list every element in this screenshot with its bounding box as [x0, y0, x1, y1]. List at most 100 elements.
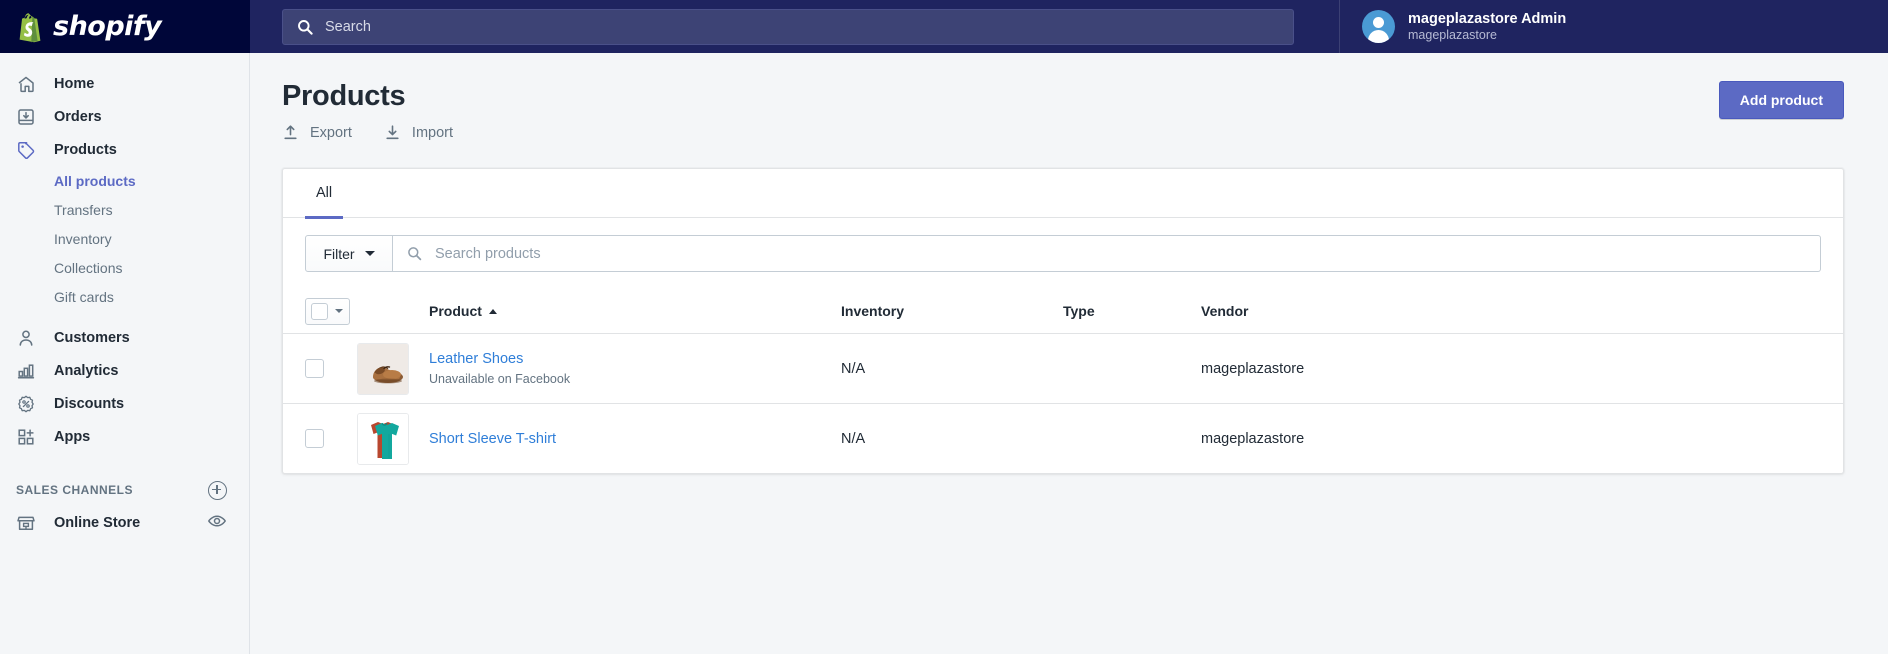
row-inventory-cell: N/A	[841, 430, 866, 447]
sidebar: Home Orders Products All products Transf…	[0, 53, 250, 654]
add-product-button[interactable]: Add product	[1718, 81, 1844, 119]
sidebar-item-home[interactable]: Home	[0, 67, 249, 100]
column-header-type[interactable]: Type	[1063, 303, 1201, 319]
product-link[interactable]: Short Sleeve T-shirt	[429, 431, 841, 447]
select-all-checkbox-group[interactable]	[305, 297, 350, 325]
customers-person-icon	[16, 328, 36, 348]
discounts-percent-badge-icon	[16, 394, 36, 414]
plus-circle-icon[interactable]	[208, 480, 227, 500]
row-vendor-cell: mageplazastore	[1201, 430, 1305, 447]
table-row[interactable]: Short Sleeve T-shirt N/A mageplazastore	[283, 403, 1843, 473]
row-inventory-cell: N/A	[841, 360, 866, 377]
select-all-cell	[305, 297, 357, 325]
sidebar-item-label: Apps	[54, 428, 91, 445]
analytics-bars-icon	[16, 361, 36, 381]
column-header-label: Product	[429, 303, 482, 319]
row-vendor-cell: mageplazastore	[1201, 360, 1305, 377]
table-row[interactable]: Leather Shoes Unavailable on Facebook N/…	[283, 333, 1843, 403]
sidebar-item-transfers[interactable]: Transfers	[0, 195, 249, 224]
tab-all[interactable]: All	[305, 169, 344, 219]
storefront-icon	[16, 513, 36, 533]
leather-shoes-thumbnail	[357, 342, 409, 395]
export-button[interactable]: Export	[282, 124, 352, 141]
sidebar-item-gift-cards[interactable]: Gift cards	[0, 282, 249, 311]
export-up-arrow-icon	[282, 124, 299, 141]
products-tag-icon	[16, 140, 36, 160]
row-product-cell: Leather Shoes Unavailable on Facebook	[429, 351, 841, 386]
sidebar-item-orders[interactable]: Orders	[0, 100, 249, 133]
global-search-placeholder: Search	[325, 18, 371, 35]
search-icon	[407, 246, 422, 261]
sidebar-subitem-label: All products	[54, 172, 136, 189]
row-select-cell	[305, 429, 357, 448]
user-store-name: mageplazastore	[1408, 27, 1497, 42]
eye-icon[interactable]	[207, 513, 227, 534]
row-product-cell: Short Sleeve T-shirt	[429, 431, 841, 447]
column-header-label: Type	[1063, 303, 1095, 319]
global-search-input[interactable]: Search	[282, 8, 1294, 45]
sidebar-item-label: Home	[54, 75, 95, 92]
user-avatar-icon	[1362, 10, 1395, 43]
sidebar-item-analytics[interactable]: Analytics	[0, 354, 249, 387]
sidebar-item-label: Online Store	[54, 515, 141, 531]
sidebar-item-label: Customers	[54, 329, 130, 346]
main-content: Products Export Import Add product All F…	[250, 53, 1888, 654]
column-header-inventory[interactable]: Inventory	[841, 303, 1063, 319]
row-checkbox[interactable]	[305, 429, 324, 448]
table-header-row: Product Inventory Type Vendor	[283, 289, 1843, 333]
sidebar-subitem-label: Inventory	[54, 230, 112, 247]
sidebar-item-inventory[interactable]: Inventory	[0, 224, 249, 253]
export-label: Export	[310, 124, 352, 141]
products-card: All Filter Search products Product Inven…	[282, 168, 1844, 474]
sidebar-item-products[interactable]: Products	[0, 133, 249, 166]
sidebar-item-discounts[interactable]: Discounts	[0, 387, 249, 420]
tab-label: All	[316, 185, 333, 201]
shopify-logo[interactable]: shopify	[0, 0, 250, 53]
sidebar-item-collections[interactable]: Collections	[0, 253, 249, 282]
row-checkbox[interactable]	[305, 359, 324, 378]
apps-grid-plus-icon	[16, 427, 36, 447]
sort-ascending-icon	[488, 308, 497, 314]
filter-label: Filter	[323, 245, 355, 262]
sidebar-item-online-store[interactable]: Online Store	[0, 505, 249, 541]
orders-inbox-icon	[16, 107, 36, 127]
sidebar-item-label: Analytics	[54, 362, 119, 379]
column-header-vendor[interactable]: Vendor	[1201, 303, 1821, 319]
sales-channels-header: SALES CHANNELS	[0, 475, 249, 505]
search-icon	[297, 19, 313, 35]
sidebar-subitem-label: Transfers	[54, 201, 113, 218]
filter-button[interactable]: Filter	[305, 235, 393, 272]
tshirt-thumbnail	[357, 412, 409, 465]
import-down-arrow-icon	[384, 124, 401, 141]
import-button[interactable]: Import	[384, 124, 453, 141]
sidebar-item-label: Discounts	[54, 395, 125, 412]
row-thumbnail-cell	[357, 342, 429, 395]
top-bar: shopify Search mageplazastore Admin mage…	[0, 0, 1888, 53]
sidebar-item-all-products[interactable]: All products	[0, 166, 249, 195]
user-menu[interactable]: mageplazastore Admin mageplazastore	[1340, 0, 1888, 53]
column-header-label: Inventory	[841, 303, 905, 319]
sidebar-subitem-label: Collections	[54, 259, 123, 276]
product-link[interactable]: Leather Shoes	[429, 351, 841, 367]
column-header-label: Vendor	[1201, 303, 1249, 319]
select-all-checkbox[interactable]	[311, 302, 328, 320]
page-header-actions: Export Import	[282, 124, 1856, 141]
home-icon	[16, 74, 36, 94]
chevron-down-icon	[335, 309, 343, 313]
chevron-down-icon	[364, 251, 375, 256]
user-text: mageplazastore Admin mageplazastore	[1408, 10, 1566, 44]
column-header-product[interactable]: Product	[429, 303, 841, 319]
sidebar-subitem-label: Gift cards	[54, 288, 114, 305]
sales-channels-title: SALES CHANNELS	[16, 483, 134, 497]
row-select-cell	[305, 359, 357, 378]
sidebar-item-customers[interactable]: Customers	[0, 321, 249, 354]
top-search-wrapper: Search	[250, 0, 1339, 53]
card-tabs: All	[283, 169, 1843, 219]
product-subtitle: Unavailable on Facebook	[429, 372, 571, 386]
sidebar-item-apps[interactable]: Apps	[0, 420, 249, 453]
shopify-wordmark: shopify	[53, 11, 162, 42]
shopify-bag-icon	[14, 11, 44, 43]
search-products-placeholder: Search products	[435, 245, 541, 262]
search-products-input[interactable]: Search products	[393, 235, 1821, 272]
page-header: Products Export Import Add product	[250, 53, 1888, 141]
